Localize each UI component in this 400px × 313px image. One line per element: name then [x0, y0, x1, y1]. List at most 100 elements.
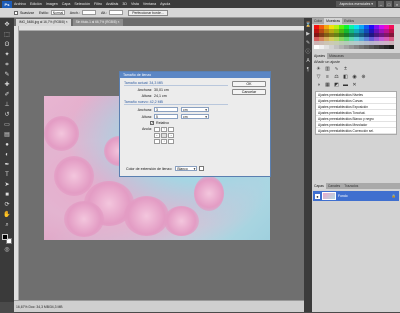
actions-panel-icon[interactable]: ▶ [305, 31, 311, 37]
blur-tool-icon[interactable]: ● [2, 141, 12, 149]
zoom-tool-icon[interactable]: ⌕ [2, 221, 12, 229]
swatch-grid[interactable] [312, 24, 400, 50]
workspace-switcher[interactable]: Aspectos esenciales ▾ [336, 1, 376, 7]
eraser-tool-icon[interactable]: ▭ [2, 121, 12, 129]
new-height-unit-select[interactable]: cm ▾ [181, 114, 209, 119]
anchor-center[interactable] [161, 133, 167, 138]
menu-analisis[interactable]: Análisis [106, 2, 118, 6]
history-panel-icon[interactable]: ⌛ [305, 22, 311, 28]
menu-archivo[interactable]: Archivo [14, 2, 26, 6]
new-height-field[interactable]: 5 [154, 114, 178, 119]
new-width-unit-select[interactable]: cm ▾ [181, 107, 209, 112]
menu-edicion[interactable]: Edición [30, 2, 42, 6]
style-select[interactable]: Normal [50, 10, 65, 15]
ok-button[interactable]: OK [232, 81, 266, 87]
tab-paths[interactable]: Trazados [342, 183, 360, 189]
close-icon[interactable]: × [394, 1, 400, 7]
anchor-top-left[interactable] [154, 127, 160, 132]
menu-ayuda[interactable]: Ayuda [160, 2, 170, 6]
levels-icon[interactable]: ▥ [324, 66, 331, 72]
extension-color-select[interactable]: Blanco ▾ [175, 166, 198, 171]
eye-icon[interactable]: ● [315, 193, 320, 199]
paragraph-panel-icon[interactable]: ¶ [305, 67, 311, 73]
menu-vista[interactable]: Vista [131, 2, 139, 6]
tab-swatches[interactable]: Muestras [324, 18, 343, 24]
magic-wand-tool-icon[interactable]: ✦ [2, 51, 12, 59]
relative-checkbox[interactable]: ✓ [150, 121, 154, 125]
antialias-option[interactable]: Suavizar [14, 10, 34, 15]
posterize-icon[interactable]: ▦ [324, 82, 331, 88]
color-swatches[interactable] [2, 234, 12, 244]
anchor-top[interactable]: ↑ [161, 127, 167, 132]
extension-color-swatch[interactable] [199, 166, 205, 171]
selective-color-icon[interactable]: ✕ [351, 82, 358, 88]
move-tool-icon[interactable]: ✥ [2, 21, 12, 29]
curves-icon[interactable]: ∿ [333, 66, 340, 72]
menu-ventana[interactable]: Ventana [143, 2, 156, 6]
brushes-panel-icon[interactable]: ✎ [305, 40, 311, 46]
marquee-tool-icon[interactable]: ⬚ [2, 31, 12, 39]
anchor-bottom[interactable]: ↓ [161, 139, 167, 144]
list-item[interactable]: Ajustes preestablecidos Corrección sel. [316, 128, 396, 134]
hue-saturation-icon[interactable]: ≡ [324, 74, 331, 80]
black-white-icon[interactable]: ◧ [342, 74, 349, 80]
quick-mask-icon[interactable]: ◎ [2, 246, 12, 254]
vibrance-icon[interactable]: ▽ [315, 74, 322, 80]
crop-tool-icon[interactable]: ⌗ [2, 61, 12, 69]
clone-stamp-tool-icon[interactable]: ⊥ [2, 101, 12, 109]
maximize-icon[interactable]: □ [386, 1, 392, 7]
brush-tool-icon[interactable]: ✐ [2, 91, 12, 99]
channel-mixer-icon[interactable]: ⊕ [360, 74, 367, 80]
tab-color[interactable]: Color [312, 18, 324, 24]
tab-masks[interactable]: Máscaras [327, 53, 346, 59]
menu-capa[interactable]: Capa [62, 2, 71, 6]
tab-channels[interactable]: Canales [326, 183, 342, 189]
menu-3d[interactable]: 3D [122, 2, 127, 6]
color-balance-icon[interactable]: ⚖ [333, 74, 340, 80]
character-panel-icon[interactable]: A [305, 58, 311, 64]
lasso-tool-icon[interactable]: ʘ [2, 41, 12, 49]
exposure-icon[interactable]: ± [342, 66, 349, 72]
anchor-bottom-left[interactable] [154, 139, 160, 144]
menu-filtro[interactable]: Filtro [94, 2, 102, 6]
gradient-map-icon[interactable]: ▬ [342, 82, 349, 88]
refine-edge-button[interactable]: Perfeccionar borde... [128, 9, 168, 16]
shape-tool-icon[interactable]: ■ [2, 191, 12, 199]
3d-rotate-tool-icon[interactable]: ⟳ [2, 201, 12, 209]
path-selection-tool-icon[interactable]: ➤ [2, 181, 12, 189]
invert-icon[interactable]: ◑ [315, 82, 322, 88]
tab-adjustments[interactable]: Ajustes [312, 53, 328, 59]
gradient-tool-icon[interactable]: ▤ [2, 131, 12, 139]
foreground-color-swatch[interactable] [2, 234, 8, 240]
menu-imagen[interactable]: Imagen [46, 2, 58, 6]
dodge-tool-icon[interactable]: ◐ [2, 151, 12, 159]
menu-seleccion[interactable]: Selección [74, 2, 90, 6]
eyedropper-tool-icon[interactable]: ✎ [2, 71, 12, 79]
layer-row[interactable]: ● Fondo 🔒 [313, 191, 399, 201]
new-width-field[interactable]: 3 [154, 107, 178, 112]
tab-styles[interactable]: Estilos [342, 18, 356, 24]
tab-img-5486[interactable]: IMG_5486.jpg al 16,7% (RGB/8) × [16, 19, 71, 26]
cancel-button[interactable]: Cancelar [232, 89, 266, 95]
pen-tool-icon[interactable]: ✒ [2, 161, 12, 169]
photo-filter-icon[interactable]: ◉ [351, 74, 358, 80]
vertical-ruler[interactable] [14, 26, 19, 300]
threshold-icon[interactable]: ◩ [333, 82, 340, 88]
type-tool-icon[interactable]: T [2, 171, 12, 179]
history-brush-tool-icon[interactable]: ↺ [2, 111, 12, 119]
tab-sin-titulo-1[interactable]: Sin título-1 al 66,7% (RGB/8) × [72, 19, 123, 26]
minimize-icon[interactable]: – [378, 1, 384, 7]
width-field[interactable] [81, 10, 96, 15]
info-panel-icon[interactable]: ⓘ [305, 49, 311, 55]
tab-layers[interactable]: Capas [312, 183, 326, 189]
anchor-top-right[interactable] [168, 127, 174, 132]
hand-tool-icon[interactable]: ✋ [2, 211, 12, 219]
healing-brush-tool-icon[interactable]: ✚ [2, 81, 12, 89]
anchor-left[interactable]: ← [154, 133, 160, 138]
height-field[interactable] [109, 10, 124, 15]
antialias-checkbox[interactable] [14, 10, 18, 15]
anchor-right[interactable]: → [168, 133, 174, 138]
anchor-bottom-right[interactable] [168, 139, 174, 144]
swatch-cell[interactable] [389, 45, 394, 49]
horizontal-ruler[interactable] [14, 26, 304, 31]
